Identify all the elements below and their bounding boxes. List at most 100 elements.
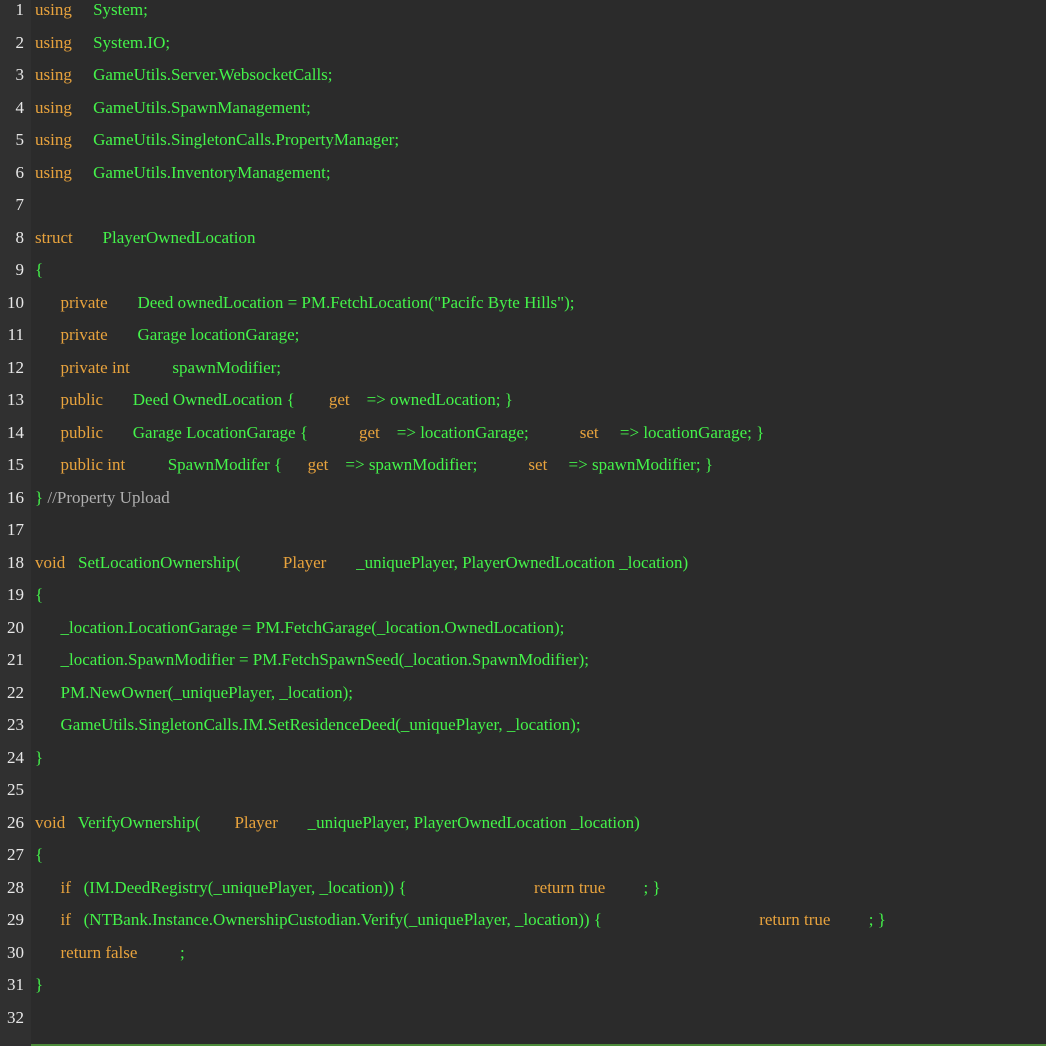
keyword-token: Player [234, 812, 278, 832]
code-editor[interactable]: 1 using System; 2 using System.IO; 3 using Ga… [0, 0, 1046, 1046]
code-line[interactable]: 15 public int SpawnModifer { get => spaw… [0, 455, 1046, 488]
code-line[interactable]: 7 [0, 195, 1046, 228]
line-number: 19 [7, 585, 24, 604]
line-number: 32 [7, 1007, 24, 1027]
keyword-token: private int [60, 357, 130, 377]
line-code: _location.SpawnModifier = PM.FetchSpawnS… [35, 650, 589, 670]
line-number: 23 [7, 715, 24, 734]
line-code: } [35, 748, 43, 768]
keyword-token: using [35, 0, 72, 19]
code-line[interactable]: 23 GameUtils.SingletonCalls.IM.SetReside… [0, 715, 1046, 748]
code-token: } [35, 487, 44, 507]
code-line[interactable]: 32 [0, 1008, 1046, 1041]
line-number: 15 [7, 455, 24, 474]
code-line[interactable]: 13 public Deed OwnedLocation { get => ow… [0, 390, 1046, 423]
line-code: GameUtils.SingletonCalls.IM.SetResidence… [35, 715, 581, 735]
code-line[interactable]: 28 if (IM.DeedRegistry(_uniquePlayer, _l… [0, 878, 1046, 911]
keyword-token: set [579, 422, 599, 442]
keyword-token: public [60, 390, 104, 409]
code-line[interactable]: 25 [0, 780, 1046, 813]
line-code: public int SpawnModifer { get => spawnMo… [35, 455, 713, 475]
code-token: Deed OwnedLocation { [132, 390, 295, 409]
code-line[interactable]: 22 PM.NewOwner(_uniquePlayer, _location)… [0, 683, 1046, 716]
code-line[interactable]: 2 using System.IO; [0, 33, 1046, 66]
code-token: PlayerOwnedLocation [102, 227, 256, 247]
code-line[interactable]: 9{ [0, 260, 1046, 293]
keyword-token: if [60, 877, 71, 897]
code-line[interactable]: 26 void VerifyOwnership( Player _uniquePl… [0, 813, 1046, 846]
code-line[interactable]: 4 using GameUtils.SpawnManagement; [0, 98, 1046, 131]
code-line[interactable]: 5 using GameUtils.SingletonCalls.Property… [0, 130, 1046, 163]
code-token: _uniquePlayer, PlayerOwnedLocation _loca… [356, 552, 689, 572]
code-line[interactable]: 14 public Garage LocationGarage { get =>… [0, 423, 1046, 456]
code-token: => locationGarage; [396, 422, 529, 442]
code-line[interactable]: 30 return false ; [0, 943, 1046, 976]
keyword-token: using [35, 65, 72, 84]
code-line[interactable]: 19 { [0, 585, 1046, 618]
code-line[interactable]: 8 struct PlayerOwnedLocation [0, 228, 1046, 261]
code-line[interactable]: 31} [0, 975, 1046, 1008]
code-line[interactable]: 12 private int spawnModifier; [0, 358, 1046, 391]
code-line[interactable]: 24} [0, 748, 1046, 781]
code-line[interactable]: 17 [0, 520, 1046, 553]
line-number: 6 [15, 162, 25, 182]
code-token: SetLocationOwnership( [77, 552, 241, 572]
code-line[interactable]: 3 using GameUtils.Server.WebsocketCalls; [0, 65, 1046, 98]
line-number: 17 [7, 520, 24, 539]
code-token: ; } [643, 877, 661, 897]
code-line[interactable]: 1 using System; [0, 0, 1046, 33]
code-token: Deed ownedLocation = PM.FetchLocation("P… [137, 292, 575, 312]
keyword-token: using [35, 130, 72, 149]
line-code: return false ; [35, 943, 185, 963]
line-code: { [35, 585, 43, 605]
code-line[interactable]: 29 if (NTBank.Instance.OwnershipCustodia… [0, 910, 1046, 943]
code-line[interactable]: 18 void SetLocationOwnership( Player _uni… [0, 553, 1046, 586]
code-line[interactable]: 16} //Property Upload [0, 488, 1046, 521]
code-token: VerifyOwnership( [77, 812, 201, 832]
code-token: GameUtils.SingletonCalls.PropertyManager… [93, 130, 400, 149]
line-code: private Garage locationGarage; [35, 325, 300, 345]
code-line[interactable]: 6 using GameUtils.InventoryManagement; [0, 163, 1046, 196]
keyword-token: return true [759, 910, 831, 929]
code-token: { [35, 260, 44, 279]
line-number: 27 [7, 845, 24, 864]
line-number: 20 [7, 617, 24, 637]
line-number: 4 [15, 97, 25, 117]
keyword-token: if [60, 910, 71, 929]
line-code: using GameUtils.SingletonCalls.PropertyM… [35, 130, 399, 150]
line-number: 25 [7, 780, 24, 799]
code-line[interactable]: 21 _location.SpawnModifier = PM.FetchSpa… [0, 650, 1046, 683]
code-line[interactable]: 27 { [0, 845, 1046, 878]
line-code: void VerifyOwnership( Player _uniquePlay… [35, 813, 640, 833]
code-line[interactable]: 11 private Garage locationGarage; [0, 325, 1046, 358]
code-line[interactable]: 10 private Deed ownedLocation = PM.Fetch… [0, 293, 1046, 326]
code-line[interactable]: 20 _location.LocationGarage = PM.FetchGa… [0, 618, 1046, 651]
line-code: { [35, 260, 43, 280]
comment-token: //Property Upload [47, 487, 170, 507]
code-token: { [35, 845, 44, 864]
line-number: 5 [15, 130, 25, 149]
line-number: 8 [15, 227, 25, 247]
code-token: Garage LocationGarage { [132, 422, 308, 442]
code-token: System.IO; [93, 32, 171, 52]
line-code: struct PlayerOwnedLocation [35, 228, 255, 248]
